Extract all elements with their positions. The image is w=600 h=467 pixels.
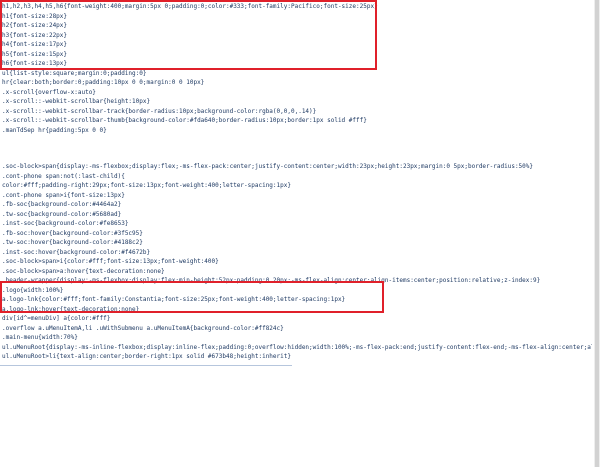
code-line-35: ul.uMenuRoot>li{text-align:center;border… xyxy=(2,353,291,360)
code-line-10: .x-scroll{overflow-x:auto} xyxy=(2,88,96,96)
code-line-16: .cont-phone span:not(:last-child){ xyxy=(2,172,125,180)
code-line-25: .soc-block>span>i{color:#fff;font-size:1… xyxy=(2,258,219,265)
code-line-18: .cont-phone span>i{font-size:13px} xyxy=(2,191,125,199)
code-line-33: .main-menu{width:70%} xyxy=(2,334,78,341)
code-view: h1,h2,h3,h4,h5,h6{font-weight:400;margin… xyxy=(0,0,594,467)
code-line-9: hr{clear:both;border:0;padding:10px 0 0;… xyxy=(2,79,205,86)
code-line-15: .soc-block>span{display:-ms-flexbox;disp… xyxy=(2,163,534,170)
code-line-24: .inst-soc:hover{background-color:#f4672b… xyxy=(2,248,151,256)
section-divider xyxy=(0,365,292,366)
highlight-box-top xyxy=(0,0,377,70)
code-line-11: .x-scroll::-webkit-scrollbar{height:10px… xyxy=(2,98,151,105)
scrollbar-thumb[interactable] xyxy=(595,0,599,467)
code-line-20: .tw-soc{background-color:#5680ad} xyxy=(2,210,122,218)
highlight-box-bottom xyxy=(0,281,384,313)
code-line-32: .overflow a.uMenuItemA,li .uWithSubmenu … xyxy=(2,324,284,332)
code-line-14: .manTdSep hr{padding:5px 0 0} xyxy=(2,126,107,134)
code-line-12: .x-scroll::-webkit-scrollbar-track{borde… xyxy=(2,107,317,115)
vertical-scrollbar[interactable] xyxy=(594,0,600,467)
code-line-19: .fb-soc{background-color:#4464a2} xyxy=(2,201,122,208)
code-line-17: color:#fff;padding-right:29px;font-size:… xyxy=(2,182,291,189)
code-line-23: .tw-soc:hover{background-color:#4188c2} xyxy=(2,239,143,246)
code-line-21: .inst-soc{background-color:#fe8653} xyxy=(2,220,129,227)
code-line-34: ul.uMenuRoot{display:-ms-inline-flexbox;… xyxy=(2,343,592,351)
code-line-22: .fb-soc:hover{background-color:#3f5c95} xyxy=(2,229,143,237)
code-line-26: .soc-block>span>a:hover{text-decoration:… xyxy=(2,267,165,275)
code-line-13: .x-scroll::-webkit-scrollbar-thumb{backg… xyxy=(2,117,367,124)
code-line-31: div[id^=menuDiv] a{color:#fff} xyxy=(2,315,111,322)
